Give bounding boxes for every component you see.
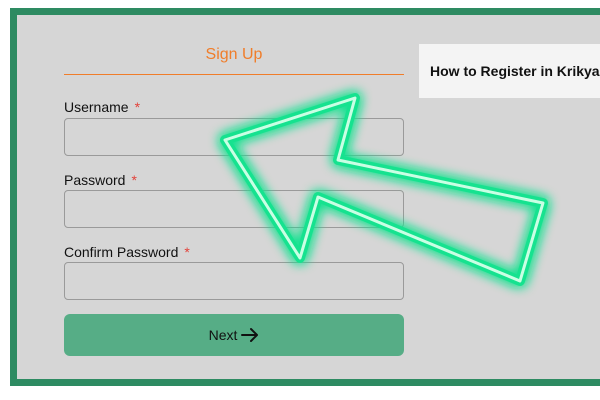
info-card-title: How to Register in Krikya bbox=[430, 63, 600, 79]
password-label: Password * bbox=[64, 172, 137, 188]
next-button[interactable]: Next bbox=[64, 314, 404, 356]
required-asterisk: * bbox=[131, 172, 137, 188]
arrow-right-icon bbox=[241, 327, 259, 343]
password-input[interactable] bbox=[64, 190, 404, 228]
next-button-label: Next bbox=[208, 327, 238, 343]
confirm-password-input[interactable] bbox=[64, 262, 404, 300]
confirm-password-label-text: Confirm Password bbox=[64, 244, 179, 260]
username-label-text: Username bbox=[64, 99, 129, 115]
confirm-password-label: Confirm Password * bbox=[64, 244, 190, 260]
required-asterisk: * bbox=[134, 99, 141, 115]
username-label: Username * bbox=[64, 99, 140, 115]
username-input[interactable] bbox=[64, 118, 404, 156]
required-asterisk: * bbox=[184, 244, 190, 260]
info-card: How to Register in Krikya bbox=[419, 44, 600, 98]
signup-heading: Sign Up bbox=[205, 46, 263, 63]
password-label-text: Password bbox=[64, 172, 126, 188]
heading-divider bbox=[64, 74, 404, 75]
